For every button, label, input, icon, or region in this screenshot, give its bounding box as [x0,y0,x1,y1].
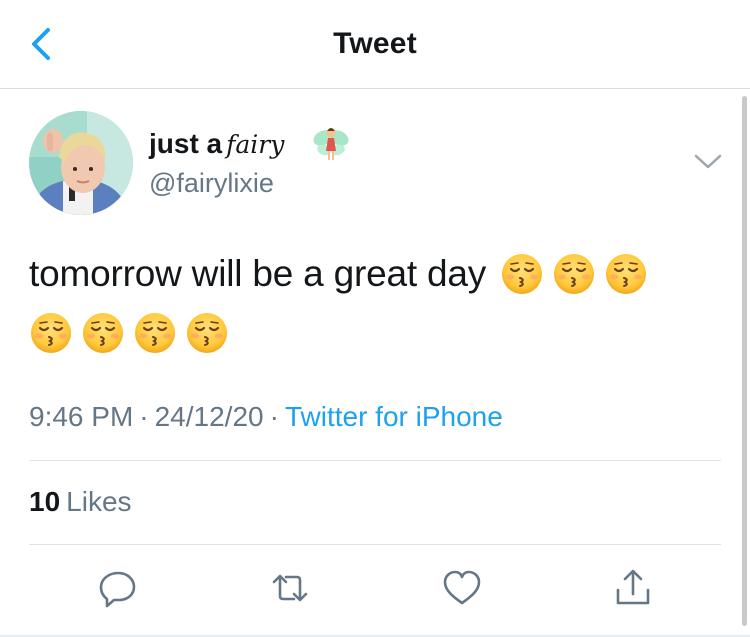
like-button[interactable] [440,566,484,610]
chevron-down-icon [694,154,722,169]
kissing-face-emoji-icon [501,252,544,296]
navigation-header: Tweet [0,0,750,89]
share-icon [616,569,650,605]
avatar-image [29,111,133,215]
fairy-emoji-icon [313,128,349,160]
tweet-text-line-1: tomorrow will be a great day [29,250,648,298]
tweet-options-button[interactable] [692,150,724,174]
kissing-face-emoji-icon [29,311,73,355]
display-name-styled-text: fairy [226,130,285,159]
likes-label: Likes [66,486,132,517]
tweet-date: 24/12/20 [154,401,264,432]
tweet-detail-screen: Tweet just a fairy @fairylixie tomorrow … [0,0,750,637]
tweet-meta: 9:46 PM · 24/12/20 · Twitter for iPhone [29,401,503,433]
heart-icon [443,570,481,605]
meta-separator: · [139,401,149,432]
share-button[interactable] [611,566,655,610]
page-title: Tweet [333,27,417,60]
retweet-button[interactable] [268,566,312,610]
tweet-text-line-2 [29,309,237,357]
kissing-face-emoji-icon [81,311,125,355]
divider [29,544,721,545]
likes-stat[interactable]: 10 Likes [29,486,132,518]
user-handle[interactable]: @fairylixie [149,168,274,199]
kissing-face-emoji-icon [185,311,229,355]
display-name-text: just a [149,128,223,159]
divider [29,460,721,461]
kissing-face-emoji-icon [133,311,177,355]
retweet-icon [272,574,308,602]
likes-count: 10 [29,486,61,517]
scrollbar[interactable] [742,96,747,626]
reply-icon [99,571,136,608]
avatar[interactable] [29,111,133,215]
tweet-time: 9:46 PM [29,401,134,432]
tweet-text: tomorrow will be a great day [29,253,487,294]
kissing-face-emoji-icon [553,252,596,296]
kissing-face-emoji-icon [605,252,648,296]
meta-separator: · [269,401,279,432]
display-name[interactable]: just a fairy [149,128,284,160]
tweet-source-link[interactable]: Twitter for iPhone [285,401,503,432]
reply-button[interactable] [96,566,140,610]
